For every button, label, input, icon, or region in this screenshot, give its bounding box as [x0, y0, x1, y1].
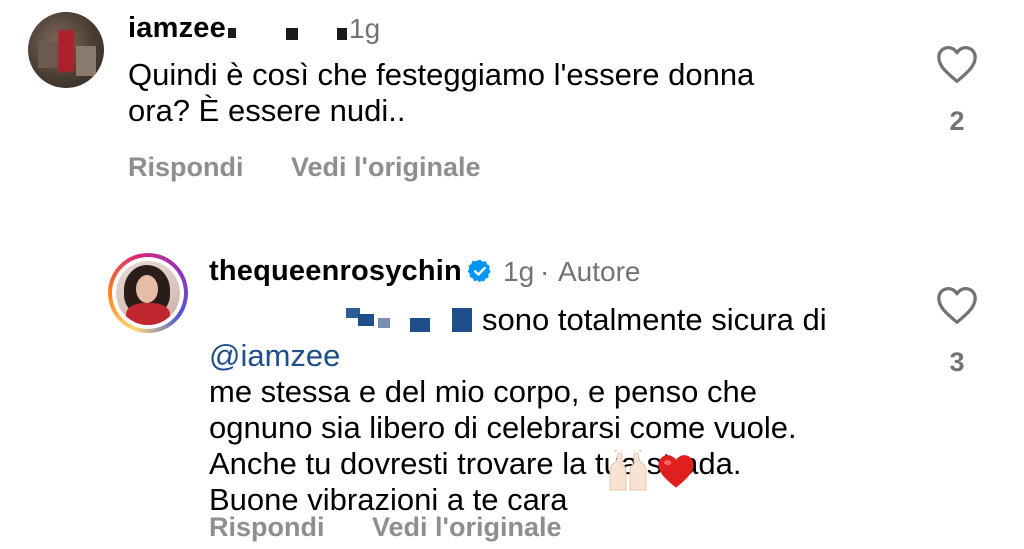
- story-ring-avatar[interactable]: [108, 253, 188, 333]
- like-count: 3: [949, 347, 965, 377]
- comment-username[interactable]: thequeenrosychin: [209, 255, 462, 288]
- reply-button[interactable]: Rispondi: [209, 512, 325, 543]
- reply-button[interactable]: Rispondi: [128, 152, 244, 183]
- redaction-mark: [286, 28, 298, 40]
- raising-hands-icon: [609, 450, 647, 491]
- separator-dot: ·: [540, 256, 550, 287]
- redaction-mark: [337, 28, 347, 40]
- heart-outline-icon[interactable]: [935, 44, 979, 84]
- redaction-mark: [410, 318, 430, 332]
- see-original-button[interactable]: Vedi l'originale: [291, 152, 480, 183]
- heart-outline-icon[interactable]: [935, 285, 979, 325]
- author-badge: Autore: [558, 256, 641, 287]
- red-heart-icon: [658, 455, 694, 488]
- redaction-mark: [228, 28, 236, 38]
- comment-text: me stessa e del mio corpo, e penso che o…: [209, 338, 797, 518]
- comment-username[interactable]: iamzee: [128, 12, 226, 45]
- like-count: 2: [949, 106, 965, 136]
- redaction-mark: [378, 318, 390, 328]
- redaction-mark: [358, 314, 374, 326]
- comments-thread: iamzee 1g Quindi è così che festeggiamo …: [0, 0, 1024, 549]
- comment-time: 1g: [503, 256, 535, 287]
- comment-text: Quindi è così che festeggiamo l'essere d…: [128, 57, 755, 128]
- comment-time: 1g: [349, 13, 381, 44]
- comment-text-body: me stessa e del mio corpo, e penso che o…: [209, 374, 797, 517]
- avatar[interactable]: [28, 12, 104, 88]
- see-original-button[interactable]: Vedi l'originale: [372, 512, 561, 543]
- comment-text: sono totalmente sicura di: [482, 302, 827, 337]
- verified-badge-icon: [467, 259, 491, 283]
- redaction-mark: [452, 308, 472, 332]
- avatar: [116, 261, 180, 325]
